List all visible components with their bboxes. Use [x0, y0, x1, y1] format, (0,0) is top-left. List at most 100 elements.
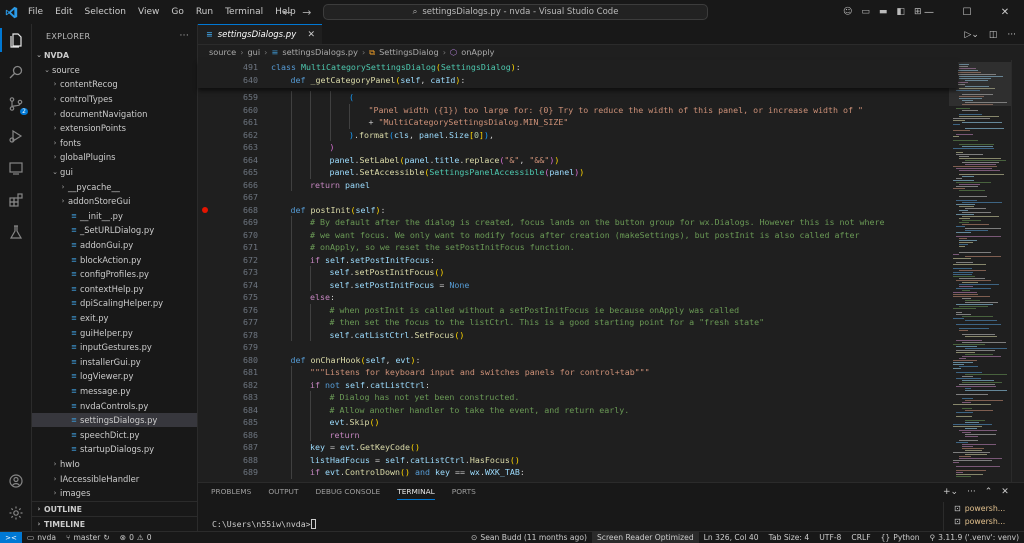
file-item[interactable]: ≡ contextHelp.py — [32, 282, 197, 297]
remote-explorer-icon[interactable] — [0, 152, 32, 184]
timeline-section[interactable]: › TIMELINE — [32, 516, 197, 531]
file-item[interactable]: ≡ __init__.py — [32, 209, 197, 224]
new-terminal-icon[interactable]: +⌄ — [943, 487, 958, 497]
workspace-root[interactable]: ⌄ NVDA — [32, 48, 197, 63]
folder-item[interactable]: › IAccessibleHandler — [32, 471, 197, 486]
file-item[interactable]: ≡ blockAction.py — [32, 252, 197, 267]
terminal-output[interactable]: C:\Users\n55iw\nvda> — [212, 519, 316, 529]
file-item[interactable]: ≡ _SetURLDialog.py — [32, 223, 197, 238]
folder-item[interactable]: › extensionPoints — [32, 121, 197, 136]
forward-arrow-icon[interactable]: → — [302, 6, 311, 19]
menu-item-terminal[interactable]: Terminal — [219, 0, 269, 24]
end-of-line[interactable]: CRLF — [846, 532, 875, 543]
back-arrow-icon[interactable]: ← — [283, 6, 292, 19]
file-item[interactable]: ≡ speechDict.py — [32, 427, 197, 442]
file-item[interactable]: ≡ message.py — [32, 384, 197, 399]
panel-tab-output[interactable]: OUTPUT — [268, 483, 298, 500]
branch-indicator[interactable]: ⑂ master ↻ — [61, 532, 115, 543]
terminal-instance[interactable]: ⊡ powersh... — [944, 515, 1023, 528]
folder-item[interactable]: › hwIo — [32, 457, 197, 472]
explorer-icon[interactable] — [0, 24, 32, 56]
copilot-icon[interactable]: ☺ — [843, 7, 852, 17]
file-item[interactable]: ≡ exit.py — [32, 311, 197, 326]
problems-indicator[interactable]: ⊗ 0 ⚠ 0 — [115, 532, 157, 543]
close-panel-icon[interactable]: ✕ — [1001, 487, 1009, 497]
breadcrumb-item[interactable]: onApply — [461, 47, 494, 57]
cursor-position[interactable]: Ln 326, Col 40 — [699, 532, 764, 543]
run-file-icon[interactable]: ▷⌄ — [964, 30, 978, 40]
file-item[interactable]: ≡ configProfiles.py — [32, 267, 197, 282]
source-control-icon[interactable]: 2 — [0, 88, 32, 120]
file-item[interactable]: ≡ startupDialogs.py — [32, 442, 197, 457]
encoding[interactable]: UTF-8 — [814, 532, 846, 543]
file-item[interactable]: ≡ installerGui.py — [32, 354, 197, 369]
minimap[interactable] — [949, 60, 1011, 482]
folder-item[interactable]: › fonts — [32, 136, 197, 151]
file-item[interactable]: ≡ dpiScalingHelper.py — [32, 296, 197, 311]
editor-vertical-scrollbar[interactable] — [1011, 60, 1024, 482]
tab-size[interactable]: Tab Size: 4 — [764, 532, 815, 543]
outline-section[interactable]: › OUTLINE — [32, 501, 197, 516]
toggle-panel-icon[interactable]: ▬ — [879, 7, 888, 17]
file-item[interactable]: ≡ settingsDialogs.py — [32, 412, 197, 428]
file-item[interactable]: ≡ nvdaControls.py — [32, 398, 197, 413]
panel-more-icon[interactable]: ··· — [967, 487, 976, 497]
file-item[interactable]: ≡ addonGui.py — [32, 238, 197, 253]
extensions-icon[interactable] — [0, 184, 32, 216]
folder-item[interactable]: ⌄ source — [32, 63, 197, 78]
toggle-sidebar-icon[interactable]: ▭ — [861, 7, 870, 17]
panel-tab-terminal[interactable]: TERMINAL — [397, 483, 435, 500]
remote-indicator-icon[interactable]: >< — [0, 531, 22, 543]
git-blame-indicator[interactable]: ⊙ Sean Budd (11 months ago) — [466, 532, 592, 543]
folder-item[interactable]: › controlTypes — [32, 92, 197, 107]
folder-item[interactable]: › addonStoreGui — [32, 194, 197, 209]
accounts-icon[interactable] — [0, 465, 32, 497]
menu-item-edit[interactable]: Edit — [49, 0, 78, 24]
file-item[interactable]: ≡ inputGestures.py — [32, 340, 197, 355]
tab-close-icon[interactable]: ✕ — [307, 30, 315, 40]
editor-tab-settingsdialogs[interactable]: ≡ settingsDialogs.py ✕ — [198, 24, 322, 44]
minimap-slider[interactable] — [949, 62, 1011, 106]
terminal-instance[interactable]: ⊡ powersh... — [944, 502, 1023, 515]
folder-item[interactable]: › globalPlugins — [32, 150, 197, 165]
folder-item[interactable]: › images — [32, 486, 197, 501]
menu-item-run[interactable]: Run — [190, 0, 219, 24]
menu-item-view[interactable]: View — [132, 0, 165, 24]
close-button[interactable]: ✕ — [986, 0, 1024, 24]
screen-reader-mode[interactable]: Screen Reader Optimized — [591, 531, 699, 543]
file-item[interactable]: ≡ guiHelper.py — [32, 325, 197, 340]
workspace-indicator[interactable]: ▭ nvda — [22, 532, 61, 543]
toggle-secondary-sidebar-icon[interactable]: ◧ — [896, 7, 905, 17]
search-view-icon[interactable] — [0, 56, 32, 88]
breadcrumb-item[interactable]: settingsDialogs.py — [282, 47, 358, 57]
breadcrumb-item[interactable]: source — [209, 47, 236, 57]
minimize-button[interactable]: — — [910, 0, 948, 24]
testing-icon[interactable] — [0, 216, 32, 248]
command-center-search[interactable]: ⌕ settingsDialogs.py - nvda - Visual Stu… — [323, 4, 708, 20]
breadcrumb-item[interactable]: SettingsDialog — [379, 47, 439, 57]
code-area[interactable]: 659 (660 "Panel width ({1}) too large for:… — [198, 91, 958, 481]
language-mode[interactable]: {} Python — [876, 532, 925, 543]
python-interpreter[interactable]: ⚲ 3.11.9 ('.venv': venv) — [925, 532, 1024, 543]
breadcrumb-separator: › — [442, 47, 447, 57]
manage-gear-icon[interactable] — [0, 497, 32, 529]
menu-item-selection[interactable]: Selection — [79, 0, 132, 24]
more-actions-icon[interactable]: ··· — [180, 31, 189, 41]
panel-tab-debug-console[interactable]: DEBUG CONSOLE — [315, 483, 380, 500]
folder-item[interactable]: › __pycache__ — [32, 179, 197, 194]
menu-item-go[interactable]: Go — [165, 0, 189, 24]
file-item[interactable]: ≡ logViewer.py — [32, 369, 197, 384]
menu-item-file[interactable]: File — [22, 0, 49, 24]
folder-item[interactable]: › contentRecog — [32, 77, 197, 92]
folder-item[interactable]: › documentNavigation — [32, 106, 197, 121]
maximize-panel-icon[interactable]: ⌃ — [985, 487, 993, 497]
maximize-button[interactable]: ☐ — [948, 0, 986, 24]
indent-guide — [290, 91, 292, 104]
run-debug-icon[interactable] — [0, 120, 32, 152]
panel-tab-problems[interactable]: PROBLEMS — [211, 483, 251, 500]
panel-tab-ports[interactable]: PORTS — [452, 483, 476, 500]
folder-item[interactable]: ⌄ gui — [32, 165, 197, 180]
breadcrumb-item[interactable]: gui — [247, 47, 260, 57]
split-editor-icon[interactable]: ◫ — [989, 30, 998, 40]
editor-more-icon[interactable]: ··· — [1007, 30, 1016, 40]
